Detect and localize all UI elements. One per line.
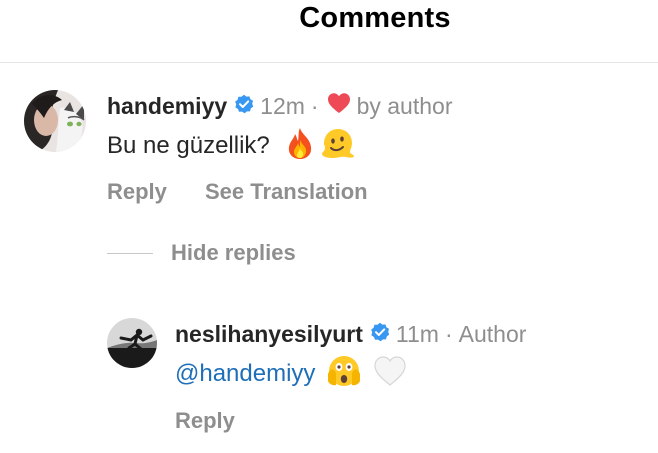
mention-link[interactable]: @handemiyy	[175, 360, 315, 388]
shocked-face-emoji	[327, 354, 361, 395]
comment-text-row: Bu ne güzellik?	[107, 127, 356, 162]
replies-divider	[107, 253, 153, 254]
header: Comments	[0, 0, 658, 63]
reply-button[interactable]: Reply	[175, 408, 235, 434]
reply-time: 11m	[395, 321, 439, 347]
comment-time: 12m	[260, 92, 305, 119]
username[interactable]: neslihanyesilyurt	[175, 321, 363, 348]
author-badge: Author	[458, 321, 527, 347]
avatar[interactable]	[24, 90, 86, 152]
avatar[interactable]	[107, 318, 157, 368]
username[interactable]: handemiyy	[107, 93, 227, 120]
melting-face-emoji	[320, 126, 356, 167]
separator-dot: ·	[444, 321, 453, 347]
reply-button[interactable]: Reply	[107, 179, 167, 205]
fire-emoji	[284, 126, 316, 167]
comments-screen: Comments handemiyy 12m · by author Bu ne…	[0, 0, 658, 453]
verified-badge-icon	[370, 321, 390, 348]
page-title: Comments	[299, 2, 451, 34]
see-translation-button[interactable]: See Translation	[205, 179, 368, 205]
reply-text-row: @handemiyy	[175, 355, 407, 394]
white-heart-emoji	[373, 355, 407, 394]
separator-dot: ·	[310, 92, 319, 119]
comment-meta: handemiyy 12m · by author	[107, 92, 452, 120]
verified-badge-icon	[234, 93, 254, 120]
liked-by-author-label: by author	[356, 92, 453, 119]
hide-replies-button[interactable]: Hide replies	[171, 240, 296, 266]
reply-meta: neslihanyesilyurt 11m · Author	[175, 321, 526, 348]
heart-icon	[327, 92, 351, 120]
comment-text: Bu ne güzellik?	[107, 132, 270, 159]
